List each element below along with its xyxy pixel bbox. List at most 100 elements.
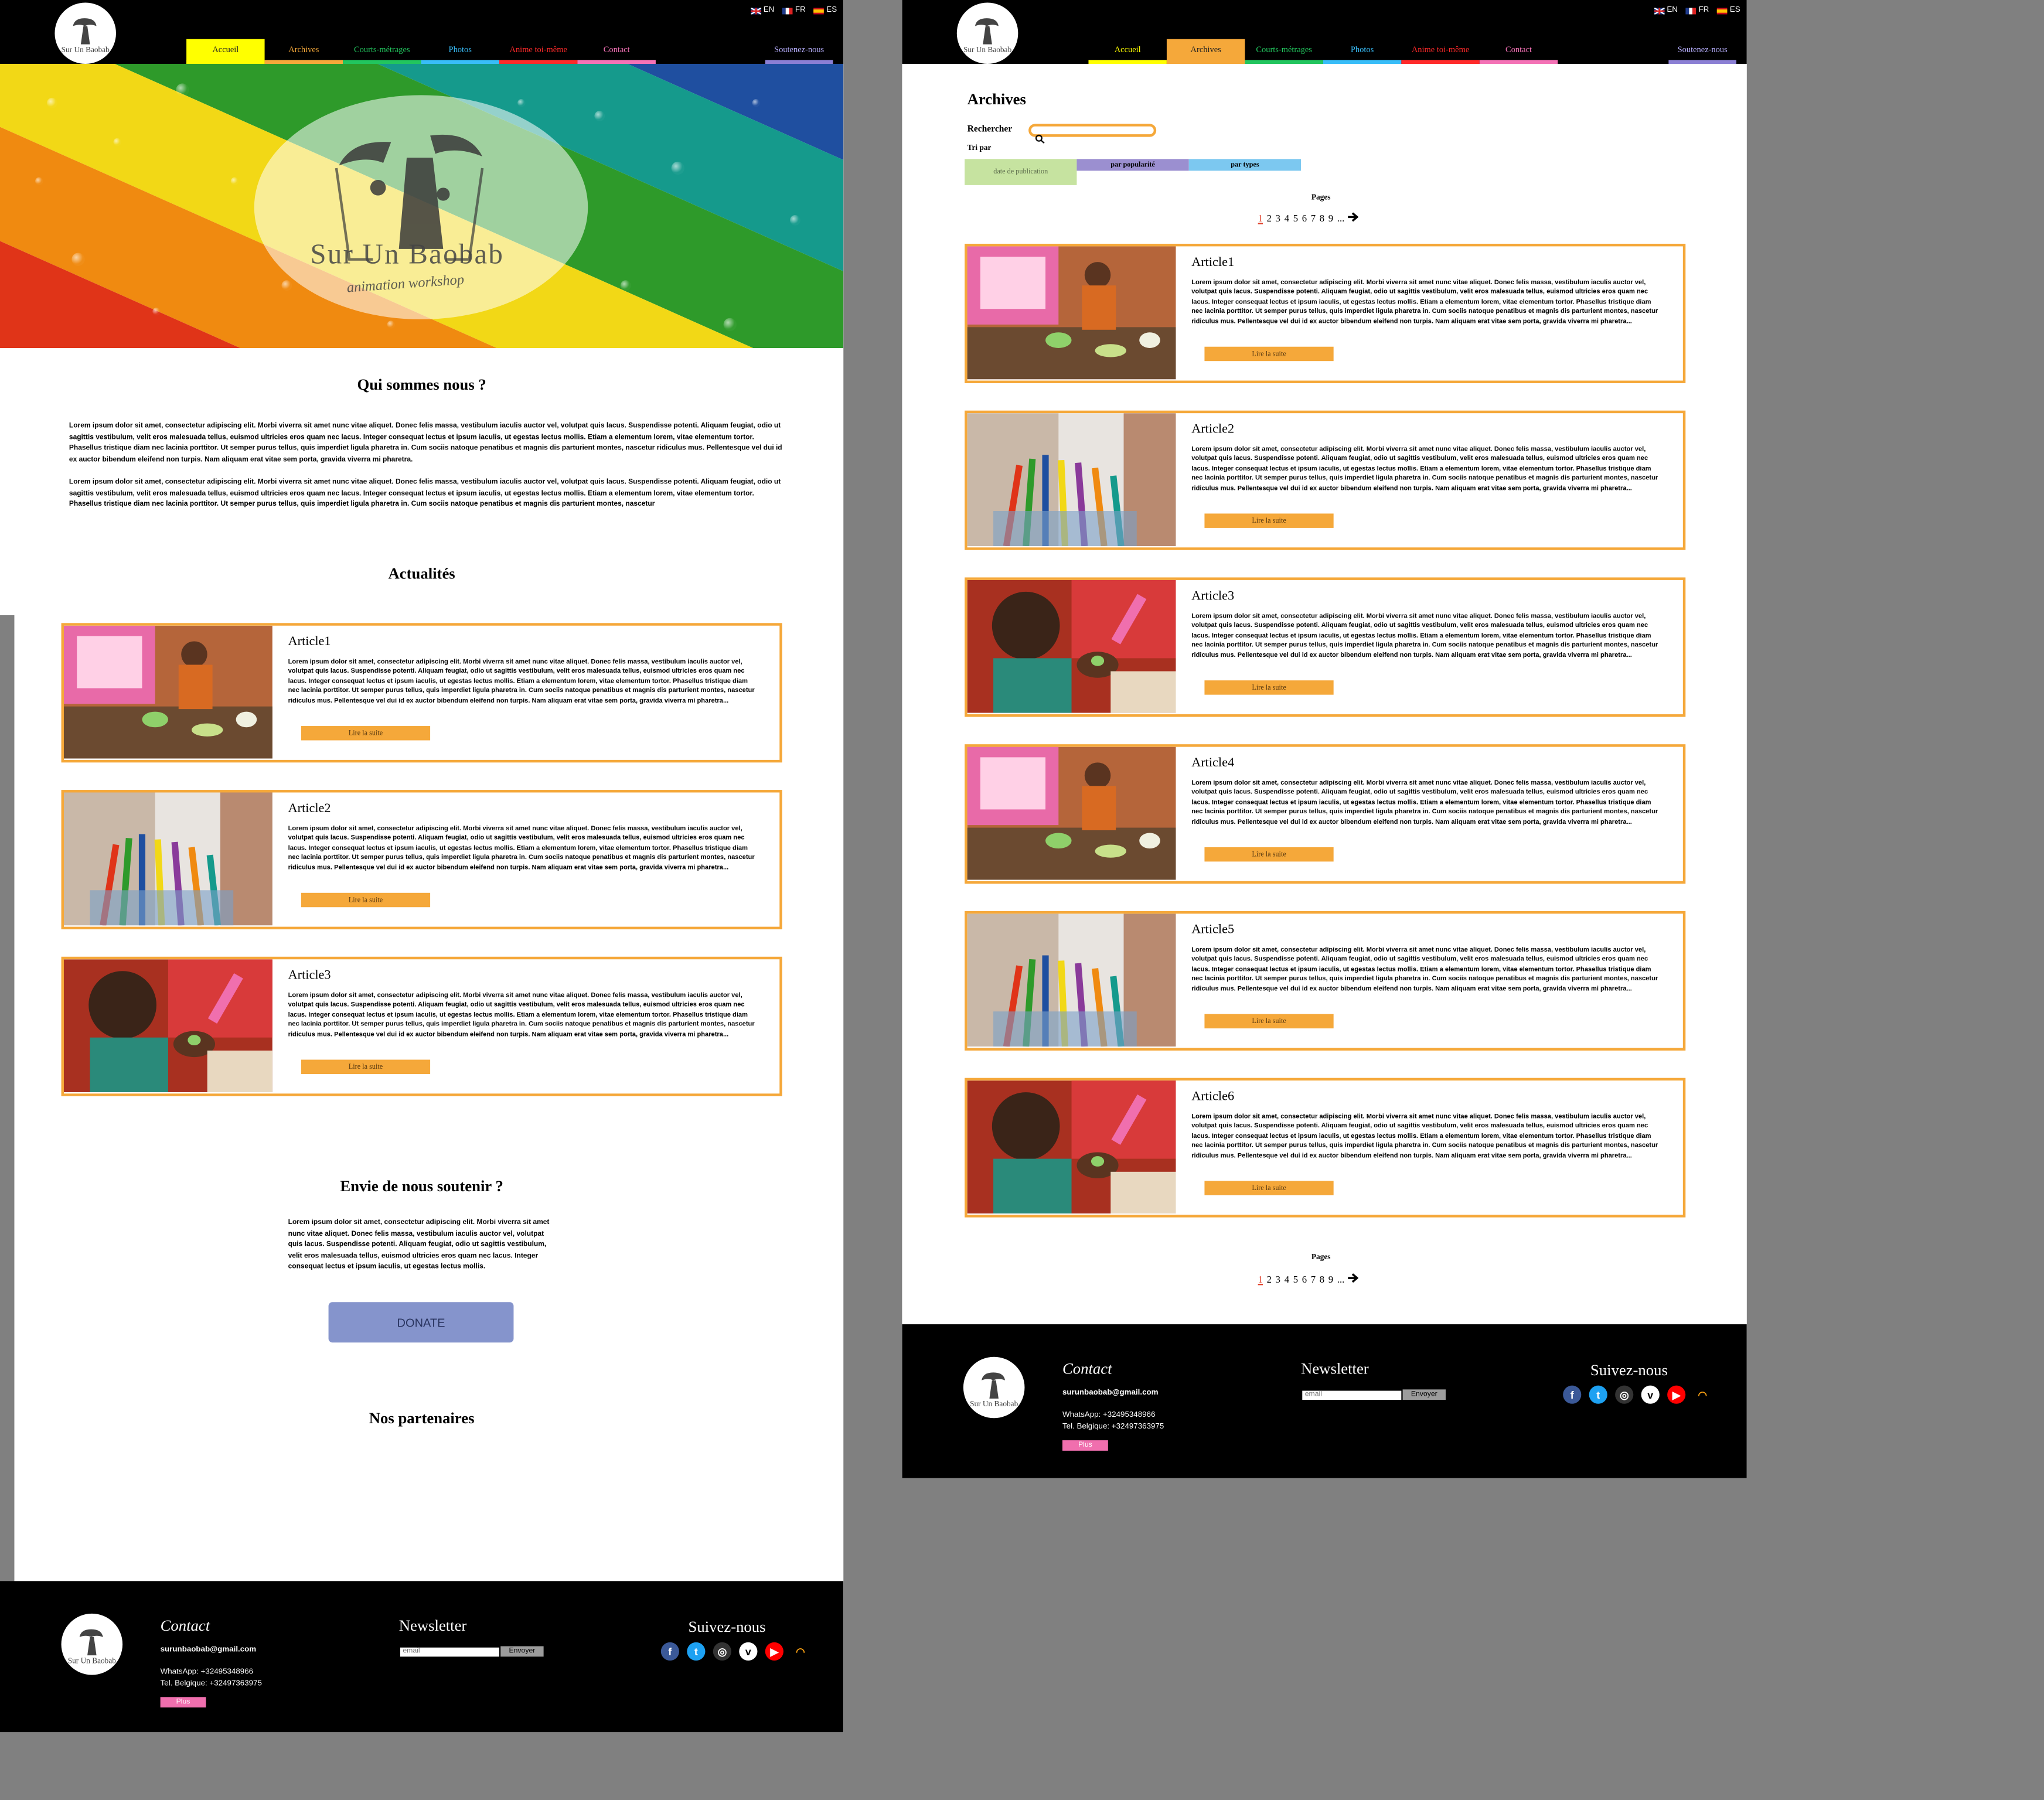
plus-button[interactable]: Plus bbox=[160, 1697, 206, 1708]
instagram-icon[interactable]: ◎ bbox=[1615, 1385, 1634, 1404]
nav-anime-toi-m-me[interactable]: Anime toi-même bbox=[499, 39, 578, 64]
article-title[interactable]: Article2 bbox=[288, 802, 331, 816]
twitter-icon[interactable]: t bbox=[687, 1642, 706, 1661]
page-link[interactable]: 7 bbox=[1311, 213, 1316, 224]
lang-label: FR bbox=[795, 6, 806, 15]
article-title[interactable]: Article6 bbox=[1191, 1090, 1234, 1104]
article-thumbnail[interactable] bbox=[64, 792, 272, 926]
read-more-button[interactable]: Lire la suite bbox=[1204, 1014, 1334, 1029]
nav-courts-m-trages[interactable]: Courts-métrages bbox=[343, 39, 421, 64]
youtube-icon[interactable]: ▶ bbox=[765, 1642, 783, 1661]
facebook-icon[interactable]: f bbox=[660, 1642, 679, 1661]
lang-en[interactable]: EN bbox=[1654, 6, 1678, 14]
page-link[interactable]: 9 bbox=[1328, 1273, 1333, 1285]
youtube-icon[interactable]: ▶ bbox=[1667, 1385, 1686, 1404]
article-title[interactable]: Article3 bbox=[288, 969, 331, 983]
footer-email[interactable]: surunbaobab@gmail.com bbox=[1062, 1389, 1159, 1397]
page-link[interactable]: 3 bbox=[1276, 213, 1280, 224]
article-thumbnail[interactable] bbox=[967, 413, 1176, 547]
nav-contact[interactable]: Contact bbox=[1479, 39, 1558, 64]
nav-courts-m-trages[interactable]: Courts-métrages bbox=[1245, 39, 1323, 64]
twitter-icon[interactable]: t bbox=[1589, 1385, 1607, 1404]
site-logo[interactable]: Sur Un Baobab bbox=[54, 2, 116, 64]
newsletter-email-input[interactable]: email bbox=[1302, 1390, 1402, 1400]
page-link[interactable]: 3 bbox=[1276, 1273, 1280, 1285]
footer-logo[interactable]: Sur Un Baobab bbox=[61, 1613, 123, 1675]
nav-photos[interactable]: Photos bbox=[421, 39, 499, 64]
read-more-button[interactable]: Lire la suite bbox=[1204, 1181, 1334, 1195]
page-link[interactable]: 4 bbox=[1285, 1273, 1289, 1285]
rss-icon[interactable]: ◠ bbox=[1694, 1386, 1712, 1404]
page-link[interactable]: 6 bbox=[1302, 213, 1307, 224]
newsletter-send-button[interactable]: Envoyer bbox=[1402, 1389, 1446, 1400]
page-link[interactable]: 6 bbox=[1302, 1273, 1307, 1285]
article-thumbnail[interactable] bbox=[967, 746, 1176, 880]
page-link[interactable]: 1 bbox=[1258, 213, 1263, 224]
sort-popularity-button[interactable]: par popularité bbox=[1076, 159, 1189, 171]
read-more-button[interactable]: Lire la suite bbox=[301, 726, 431, 741]
nav-archives[interactable]: Archives bbox=[264, 39, 343, 64]
read-more-button[interactable]: Lire la suite bbox=[301, 892, 431, 908]
article-title[interactable]: Article3 bbox=[1191, 589, 1234, 603]
article-thumbnail[interactable] bbox=[967, 246, 1176, 380]
footer-email[interactable]: surunbaobab@gmail.com bbox=[161, 1646, 257, 1654]
pages-label: Pages bbox=[1311, 194, 1331, 202]
lang-fr[interactable]: FR bbox=[1685, 6, 1709, 14]
nav-accueil[interactable]: Accueil bbox=[1088, 39, 1167, 64]
arrow-right-icon[interactable] bbox=[1348, 212, 1360, 224]
article-title[interactable]: Article1 bbox=[288, 635, 331, 649]
nav-archives[interactable]: Archives bbox=[1166, 39, 1245, 64]
page-link[interactable]: 7 bbox=[1311, 1273, 1316, 1285]
page-link[interactable]: 9 bbox=[1328, 213, 1333, 224]
page-link[interactable]: 1 bbox=[1258, 1273, 1263, 1285]
page-link[interactable]: 2 bbox=[1267, 213, 1272, 224]
nav-anime-toi-m-me[interactable]: Anime toi-même bbox=[1401, 39, 1480, 64]
article-thumbnail[interactable] bbox=[967, 579, 1176, 713]
lang-fr[interactable]: FR bbox=[782, 6, 806, 14]
nav-photos[interactable]: Photos bbox=[1323, 39, 1402, 64]
facebook-icon[interactable]: f bbox=[1563, 1385, 1582, 1404]
article-thumbnail[interactable] bbox=[64, 625, 272, 759]
plus-button[interactable]: Plus bbox=[1062, 1440, 1108, 1451]
page-link[interactable]: 4 bbox=[1285, 213, 1289, 224]
vimeo-icon[interactable]: v bbox=[1641, 1385, 1660, 1404]
instagram-icon[interactable]: ◎ bbox=[713, 1642, 731, 1661]
article-title[interactable]: Article1 bbox=[1191, 255, 1234, 270]
nav-contact[interactable]: Contact bbox=[577, 39, 656, 64]
site-logo[interactable]: Sur Un Baobab bbox=[956, 2, 1018, 64]
rss-icon[interactable]: ◠ bbox=[791, 1642, 809, 1661]
lang-es[interactable]: ES bbox=[813, 6, 837, 14]
search-input[interactable] bbox=[1028, 124, 1157, 144]
read-more-button[interactable]: Lire la suite bbox=[1204, 847, 1334, 862]
read-more-button[interactable]: Lire la suite bbox=[301, 1059, 431, 1074]
article-title[interactable]: Article4 bbox=[1191, 756, 1234, 770]
language-switcher[interactable]: EN FR ES bbox=[750, 6, 837, 14]
page-link[interactable]: 8 bbox=[1320, 213, 1324, 224]
support-link[interactable]: Soutenez-nous bbox=[765, 39, 833, 64]
article-title[interactable]: Article2 bbox=[1191, 422, 1234, 437]
page-link[interactable]: 5 bbox=[1293, 1273, 1298, 1285]
page-link[interactable]: 2 bbox=[1267, 1273, 1272, 1285]
support-link[interactable]: Soutenez-nous bbox=[1668, 39, 1737, 64]
newsletter-email-input[interactable]: email bbox=[400, 1647, 499, 1657]
read-more-button[interactable]: Lire la suite bbox=[1204, 346, 1334, 362]
page-link[interactable]: 8 bbox=[1320, 1273, 1324, 1285]
article-thumbnail[interactable] bbox=[64, 959, 272, 1093]
nav-accueil[interactable]: Accueil bbox=[186, 39, 265, 64]
sort-type-button[interactable]: par types bbox=[1188, 159, 1302, 171]
language-switcher[interactable]: EN FR ES bbox=[1654, 6, 1740, 14]
article-title[interactable]: Article5 bbox=[1191, 923, 1234, 937]
lang-en[interactable]: EN bbox=[750, 6, 774, 14]
sort-date-button[interactable]: date de publication bbox=[965, 159, 1077, 185]
vimeo-icon[interactable]: v bbox=[739, 1642, 758, 1661]
article-thumbnail[interactable] bbox=[967, 913, 1176, 1047]
arrow-right-icon[interactable] bbox=[1348, 1273, 1360, 1285]
read-more-button[interactable]: Lire la suite bbox=[1204, 513, 1334, 528]
page-link[interactable]: 5 bbox=[1293, 213, 1298, 224]
newsletter-send-button[interactable]: Envoyer bbox=[500, 1646, 544, 1657]
donate-button[interactable]: DONATE bbox=[328, 1302, 514, 1343]
article-thumbnail[interactable] bbox=[967, 1080, 1176, 1214]
lang-es[interactable]: ES bbox=[1716, 6, 1740, 14]
footer-logo[interactable]: Sur Un Baobab bbox=[963, 1356, 1025, 1419]
read-more-button[interactable]: Lire la suite bbox=[1204, 680, 1334, 695]
